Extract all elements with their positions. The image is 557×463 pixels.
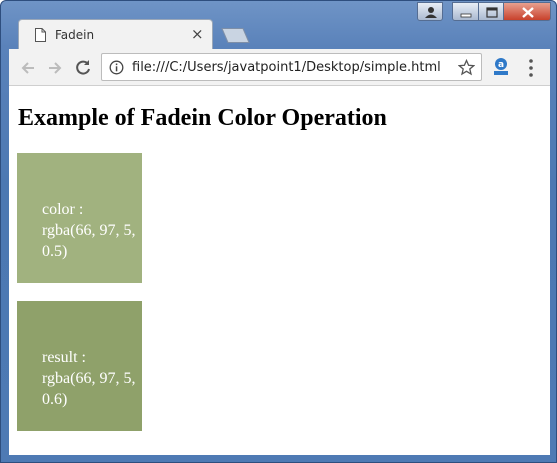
minimize-icon[interactable] — [452, 2, 479, 21]
page-viewport: Example of Fadein Color Operation color … — [9, 86, 550, 455]
extension-icon[interactable]: a — [491, 57, 511, 77]
forward-arrow-icon[interactable] — [45, 58, 65, 78]
window-close-icon[interactable] — [503, 2, 551, 21]
maximize-icon[interactable] — [478, 2, 504, 21]
user-icon[interactable] — [417, 2, 443, 21]
reload-icon[interactable] — [73, 58, 93, 78]
browser-tab[interactable]: Fadein × — [18, 19, 213, 49]
result-label: result : — [42, 349, 86, 366]
window-controls — [452, 2, 552, 21]
url-text[interactable]: file:///C:/Users/javatpoint1/Desktop/sim… — [132, 60, 441, 75]
info-icon[interactable] — [109, 60, 124, 75]
result-value: rgba(66, 97, 5, 0.6) — [42, 370, 136, 408]
browser-window: Fadein × file:///C:/Users/javatpoint1/De… — [0, 0, 557, 463]
result-box: result : rgba(66, 97, 5, 0.6) — [17, 301, 142, 431]
star-icon[interactable] — [458, 59, 475, 76]
close-icon[interactable]: × — [191, 25, 204, 43]
color-label: color : — [42, 201, 84, 218]
new-tab-icon[interactable] — [218, 28, 250, 43]
color-value: rgba(66, 97, 5, 0.5) — [42, 222, 136, 260]
back-arrow-icon[interactable] — [18, 58, 38, 78]
page-icon — [35, 28, 46, 42]
tab-title: Fadein — [55, 28, 95, 42]
page-heading: Example of Fadein Color Operation — [18, 105, 387, 131]
color-box: color : rgba(66, 97, 5, 0.5) — [17, 153, 142, 283]
browser-toolbar: file:///C:/Users/javatpoint1/Desktop/sim… — [9, 49, 550, 86]
address-bar[interactable]: file:///C:/Users/javatpoint1/Desktop/sim… — [101, 53, 482, 81]
svg-text:a: a — [498, 60, 504, 70]
menu-dots-icon[interactable] — [527, 58, 535, 78]
